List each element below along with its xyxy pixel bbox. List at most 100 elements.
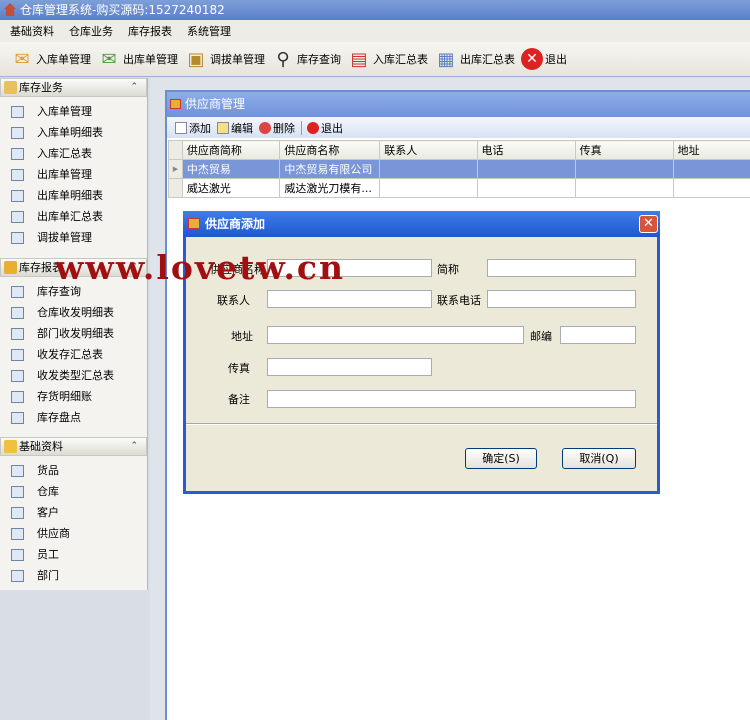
cell[interactable] (476, 159, 576, 179)
ok-button[interactable]: 确定(S) (465, 448, 537, 469)
sidebar-item[interactable]: 仓库 (0, 482, 147, 502)
sidebar-item[interactable]: 调拔单管理 (0, 228, 147, 248)
sidebar-item-label: 入库汇总表 (37, 147, 92, 160)
cell[interactable]: 中杰贸易有限公司 (279, 159, 381, 179)
sidebar-item-label: 存货明细账 (37, 390, 92, 403)
toolbar-inventory-query-button[interactable]: ⚲ 库存查询 (271, 47, 341, 71)
sidebar-item[interactable]: 仓库收发明细表 (0, 303, 147, 323)
window-icon (188, 218, 200, 229)
cell[interactable] (379, 159, 478, 179)
cell[interactable] (574, 178, 674, 198)
sidebar-item[interactable]: 供应商 (0, 524, 147, 544)
column-header[interactable]: 联系人 (379, 140, 478, 160)
house-icon (4, 3, 16, 16)
cell[interactable] (379, 178, 478, 198)
exit-button[interactable]: 退出 (307, 120, 343, 136)
sidebar-item-label: 供应商 (37, 527, 70, 540)
menu-system-admin[interactable]: 系统管理 (187, 23, 231, 39)
sidebar-item[interactable]: 客户 (0, 503, 147, 523)
toolbar-separator (301, 120, 302, 135)
column-header[interactable]: 电话 (476, 140, 576, 160)
table-row[interactable]: 威达激光 威达激光刀模有... (168, 178, 750, 198)
cell[interactable]: 威达激光 (181, 178, 281, 198)
column-header[interactable]: 传真 (574, 140, 674, 160)
sidebar-item[interactable]: 出库单管理 (0, 165, 147, 185)
sidebar-item[interactable]: 库存盘点 (0, 408, 147, 428)
collapse-chevron-icon[interactable]: ⌃ (130, 79, 138, 96)
menu-item-icon (11, 349, 24, 361)
sidebar: 库存业务 ⌃ 入库单管理 入库单明细表入库汇总表出库单管理出库单明细表出库单汇总表调拔… (0, 78, 148, 590)
cell[interactable] (672, 178, 750, 198)
toolbar-stock-out-button[interactable]: ✉ 出库单管理 (97, 47, 178, 71)
column-header[interactable]: 地址 (672, 140, 750, 160)
sidebar-item[interactable]: 入库单管理 (0, 102, 147, 122)
phone-input[interactable] (487, 290, 636, 308)
sidebar-group-header[interactable]: 基础资料 ⌃ (0, 437, 147, 456)
contact-input[interactable] (267, 290, 432, 308)
main-toolbar: ✉ 入库单管理 ✉ 出库单管理 ▣ 调拔单管理 ⚲ 库存查询 ▤ 入库汇总表 ▦ 出库汇总表… (0, 42, 750, 77)
toolbar-out-summary-button[interactable]: ▦ 出库汇总表 (434, 47, 515, 71)
sidebar-item-label: 部门收发明细表 (37, 327, 114, 340)
menu-item-icon (11, 232, 24, 244)
sidebar-item[interactable]: 部门 (0, 566, 147, 586)
delete-button[interactable]: 删除 (259, 120, 295, 136)
short-name-label: 简称 (437, 263, 459, 276)
menu-item-icon (11, 307, 24, 319)
toolbar-stock-in-button[interactable]: ✉ 入库单管理 (10, 47, 91, 71)
sidebar-item[interactable]: 入库汇总表 (0, 144, 147, 164)
menu-item-icon (11, 465, 24, 477)
sidebar-item[interactable]: 出库单明细表 (0, 186, 147, 206)
sidebar-item-label: 出库单汇总表 (37, 210, 103, 223)
search-icon: ⚲ (276, 48, 290, 70)
sidebar-group-header[interactable]: 库存业务 ⌃ (0, 78, 147, 97)
toolbar-transfer-button[interactable]: ▣ 调拔单管理 (184, 47, 265, 71)
menu-basic-data[interactable]: 基础资料 (10, 23, 54, 39)
sidebar-item[interactable]: 部门收发明细表 (0, 324, 147, 344)
menu-warehouse-business[interactable]: 仓库业务 (69, 23, 113, 39)
add-button[interactable]: 添加 (175, 120, 211, 136)
column-header[interactable]: 供应商简称 (181, 140, 281, 160)
sidebar-item-label: 员工 (37, 548, 59, 561)
sidebar-item-label: 出库单管理 (37, 168, 92, 181)
collapse-chevron-icon[interactable]: ⌃ (130, 438, 138, 455)
sidebar-item-label: 仓库 (37, 485, 59, 498)
menu-inventory-reports[interactable]: 库存报表 (128, 23, 172, 39)
table-row[interactable]: ▶ 中杰贸易 中杰贸易有限公司 (168, 159, 750, 179)
sidebar-item[interactable]: 收发类型汇总表 (0, 366, 147, 386)
cell[interactable] (672, 159, 750, 179)
window-icon (170, 99, 181, 109)
cell[interactable] (476, 178, 576, 198)
transfer-icon: ▣ (187, 48, 205, 70)
pencil-icon (217, 121, 229, 134)
sidebar-item[interactable]: 出库单汇总表 (0, 207, 147, 227)
menu-item-icon (11, 211, 24, 223)
cell[interactable]: 中杰贸易 (181, 159, 281, 179)
close-icon (307, 121, 319, 134)
cell[interactable] (574, 159, 674, 179)
edit-button[interactable]: 编辑 (217, 120, 253, 136)
zip-input[interactable] (560, 326, 636, 344)
toolbar-in-summary-button[interactable]: ▤ 入库汇总表 (347, 47, 428, 71)
group-icon (4, 81, 17, 94)
column-header[interactable]: 供应商名称 (279, 140, 381, 160)
sidebar-item[interactable]: 收发存汇总表 (0, 345, 147, 365)
sidebar-item-label: 部门 (37, 569, 59, 582)
window-title-bar: 供应商管理 (167, 92, 750, 117)
menu-item-icon (11, 127, 24, 139)
note-input[interactable] (267, 390, 636, 408)
address-input[interactable] (267, 326, 524, 344)
short-name-input[interactable] (487, 259, 636, 277)
sidebar-item[interactable]: 入库单明细表 (0, 123, 147, 143)
contact-label: 联系人 (217, 294, 250, 307)
sidebar-item[interactable]: 货品 (0, 461, 147, 481)
sidebar-item[interactable]: 存货明细账 (0, 387, 147, 407)
sidebar-item[interactable]: 员工 (0, 545, 147, 565)
toolbar-exit-button[interactable]: ✕ 退出 (521, 48, 567, 70)
watermark: www.lovetw.cn (55, 248, 346, 287)
cell[interactable]: 威达激光刀模有... (279, 178, 381, 198)
fax-input[interactable] (267, 358, 432, 376)
close-button[interactable]: ✕ (639, 215, 658, 233)
sidebar-item-label: 收发存汇总表 (37, 348, 103, 361)
window-toolbar: 添加 编辑 删除 退出 (167, 117, 750, 138)
cancel-button[interactable]: 取消(Q) (562, 448, 636, 469)
